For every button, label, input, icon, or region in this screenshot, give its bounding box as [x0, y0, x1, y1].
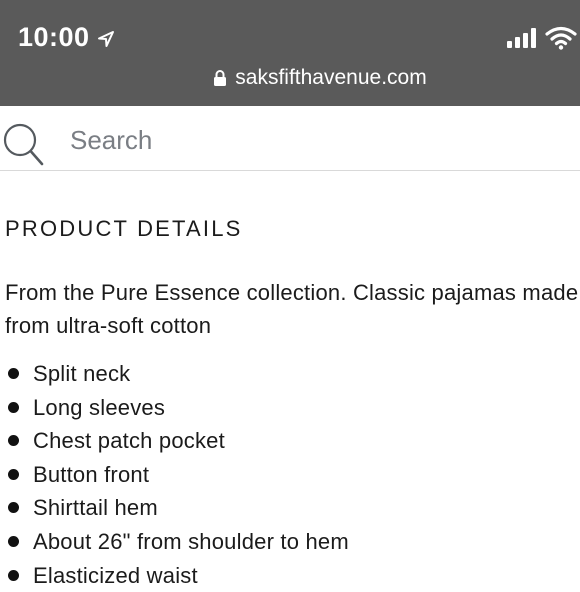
location-arrow-icon	[97, 30, 114, 47]
section-heading: PRODUCT DETAILS	[5, 216, 243, 241]
feature-item: Shirttail hem	[5, 491, 580, 525]
product-description: From the Pure Essence collection. Classi…	[5, 276, 580, 342]
feature-list: Split neck Long sleeves Chest patch pock…	[5, 357, 580, 592]
cellular-signal-icon	[507, 28, 536, 48]
wifi-icon	[545, 26, 577, 50]
browser-status-bar: 10:00 saksfifthavenue.com	[0, 0, 580, 106]
product-details-section: PRODUCT DETAILS From the Pure Essence co…	[5, 212, 580, 592]
search-icon[interactable]	[2, 122, 46, 168]
status-time-text: 10:00	[18, 22, 90, 52]
feature-item: Chest patch pocket	[5, 424, 580, 458]
feature-item: Button front	[5, 458, 580, 492]
status-time: 10:00	[18, 22, 116, 53]
address-bar[interactable]: saksfifthavenue.com	[0, 66, 580, 90]
product-description-line: From the Pure Essence collection. Classi…	[5, 280, 579, 305]
lock-icon	[214, 70, 227, 86]
address-url: saksfifthavenue.com	[235, 66, 427, 89]
feature-item: Split neck	[5, 357, 580, 391]
feature-item: Long sleeves	[5, 391, 580, 425]
feature-item: About 26" from shoulder to hem	[5, 525, 580, 559]
search-bar	[0, 106, 580, 171]
product-description-line: from ultra-soft cotton	[5, 313, 212, 338]
feature-item: Elasticized waist	[5, 559, 580, 592]
search-input[interactable]	[70, 123, 550, 157]
